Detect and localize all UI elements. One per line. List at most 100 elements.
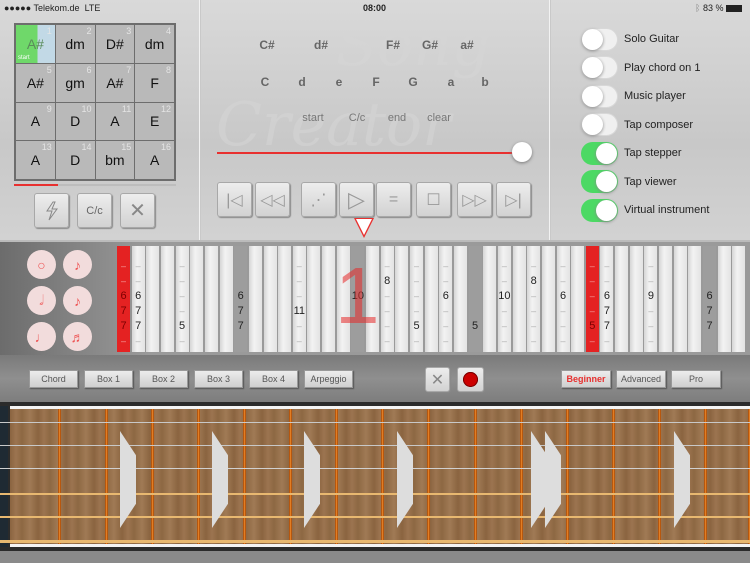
mode-chord[interactable]: Chord [29, 370, 78, 388]
string[interactable] [0, 540, 750, 543]
tab-column[interactable]: 5 [468, 246, 482, 352]
tab-column[interactable] [688, 246, 702, 352]
tab-column[interactable]: – – 6 – – – [556, 246, 570, 352]
tab-column[interactable] [204, 246, 218, 352]
key-button[interactable]: C# [259, 38, 274, 52]
tab-column[interactable] [541, 246, 555, 352]
tempo-slider[interactable] [217, 152, 522, 154]
tab-column[interactable]: – – 9 – – – [644, 246, 658, 352]
tab-column[interactable]: – – – 11 – – [292, 246, 306, 352]
level-pro[interactable]: Pro [671, 370, 721, 388]
sixteenth-note-button[interactable]: ♪ [63, 286, 92, 315]
tab-column[interactable] [732, 246, 746, 352]
command-start[interactable]: start [302, 112, 323, 124]
tab-column[interactable]: – – 6 7 7 – [600, 246, 614, 352]
tab-column[interactable] [717, 246, 731, 352]
tab-column[interactable] [571, 246, 585, 352]
case-button[interactable]: C/c [77, 193, 112, 228]
tab-column[interactable]: – – 10 – – – [497, 246, 511, 352]
tab-column[interactable] [424, 246, 438, 352]
tab-column[interactable] [395, 246, 409, 352]
chord-cell[interactable]: 10 D [55, 102, 95, 141]
toggle-switch[interactable] [581, 84, 618, 108]
chord-cell[interactable]: 8F [135, 63, 174, 102]
tab-column[interactable] [146, 246, 160, 352]
chord-cell[interactable]: 13 A [16, 141, 55, 179]
tab-column[interactable] [263, 246, 277, 352]
clear-button[interactable]: ✕ [120, 193, 155, 228]
tab-column[interactable]: – – 6 7 7 – [131, 246, 145, 352]
tab-column[interactable]: – 8 – – – – [527, 246, 541, 352]
fast-forward-button[interactable]: ▷▷ [457, 182, 492, 217]
chord-cell[interactable]: 3 D# [95, 25, 135, 63]
tab-column[interactable] [659, 246, 673, 352]
half-note-button[interactable]: 𝅗𝅥 [27, 286, 56, 315]
key-button[interactable]: a# [460, 38, 473, 52]
toggle-switch[interactable] [581, 170, 618, 193]
chord-cell[interactable]: 12 E [135, 102, 174, 141]
quarter-note-button[interactable]: ♩ [27, 322, 56, 351]
whole-note-button[interactable]: ○ [27, 250, 56, 279]
toggle-switch[interactable] [581, 56, 618, 79]
toggle-switch[interactable] [581, 27, 618, 51]
magic-wand-button[interactable]: ⋰ [301, 182, 336, 217]
rewind-button[interactable]: ◁◁ [255, 182, 290, 217]
chord-cell[interactable]: 14 D [55, 141, 95, 179]
tab-column[interactable] [673, 246, 687, 352]
key-button[interactable]: F# [386, 38, 400, 52]
mode-arpeggio[interactable]: Arpeggio [304, 370, 353, 388]
tempo-slider-knob[interactable] [512, 142, 532, 162]
play-button[interactable]: ▷ [339, 182, 374, 217]
tab-column[interactable]: – 8 – – – – [380, 246, 394, 352]
level-advanced[interactable]: Advanced [616, 370, 666, 388]
mode-box-4[interactable]: Box 4 [249, 370, 298, 388]
string[interactable] [0, 516, 750, 518]
mode-box-1[interactable]: Box 1 [84, 370, 133, 388]
fretboard-wood[interactable] [0, 406, 750, 547]
toggle-switch[interactable] [581, 198, 618, 222]
tab-column[interactable] [483, 246, 497, 352]
stop-button[interactable]: ☐ [416, 182, 451, 217]
tab-column[interactable] [190, 246, 204, 352]
delete-button[interactable]: ✕ [425, 367, 450, 392]
chord-cell[interactable]: 9A [16, 102, 55, 141]
key-button[interactable]: b [481, 75, 488, 89]
key-button[interactable]: F [372, 75, 379, 89]
key-button[interactable]: a [448, 75, 455, 89]
tab-column[interactable] [278, 246, 292, 352]
tab-column[interactable]: – – – – 5 – [175, 246, 189, 352]
key-button[interactable]: C [261, 75, 270, 89]
tab-column[interactable] [219, 246, 233, 352]
eighth-note-button[interactable]: ♪ [63, 250, 92, 279]
tab-column[interactable]: – – 6 – – – [439, 246, 453, 352]
key-button[interactable]: d# [314, 38, 328, 52]
mode-box-3[interactable]: Box 3 [194, 370, 243, 388]
thirty-second-note-button[interactable]: ♬ [63, 322, 92, 351]
command-clear[interactable]: clear [427, 112, 451, 124]
string[interactable] [0, 445, 750, 446]
chord-cell[interactable]: 6 gm [55, 63, 95, 102]
string[interactable] [0, 422, 750, 423]
tab-column[interactable] [615, 246, 629, 352]
tab-column[interactable] [160, 246, 174, 352]
tab-column[interactable] [322, 246, 336, 352]
tab-column[interactable] [512, 246, 526, 352]
equals-button[interactable]: = [376, 182, 411, 217]
mode-box-2[interactable]: Box 2 [139, 370, 188, 388]
tab-column[interactable] [629, 246, 643, 352]
skip-back-button[interactable]: |◁ [217, 182, 252, 217]
string[interactable] [0, 493, 750, 495]
tab-column[interactable] [453, 246, 467, 352]
chord-cell[interactable]: 7 A# [95, 63, 135, 102]
tab-column[interactable] [307, 246, 321, 352]
chord-cell[interactable]: 4 dm [135, 25, 174, 63]
chord-cell[interactable]: 5 A# [16, 63, 55, 102]
toggle-switch[interactable] [581, 113, 618, 136]
tab-column[interactable]: – – – – 5 – [410, 246, 423, 352]
toggle-switch[interactable] [581, 141, 618, 165]
skip-forward-button[interactable]: ▷| [496, 182, 531, 217]
string[interactable] [0, 468, 750, 469]
chord-cell[interactable]: 2 dm [55, 25, 95, 63]
fretboard[interactable] [0, 402, 750, 551]
tab-column[interactable] [248, 246, 262, 352]
